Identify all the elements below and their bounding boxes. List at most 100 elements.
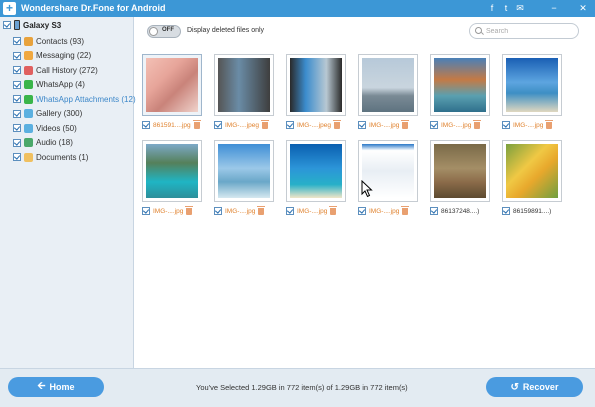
photo-checkbox[interactable]: [358, 207, 366, 215]
photo-caption: IMG-....jpg: [358, 205, 410, 216]
app-title: Wondershare Dr.Fone for Android: [21, 3, 166, 13]
trash-icon[interactable]: [257, 205, 266, 215]
trash-icon[interactable]: [401, 205, 410, 215]
photo-thumbnail[interactable]: [502, 54, 562, 116]
sidebar-item[interactable]: Videos (50): [13, 121, 133, 136]
photo-checkbox[interactable]: [142, 207, 150, 215]
trash-icon[interactable]: [329, 205, 338, 215]
category-icon: [24, 123, 33, 133]
trash-icon[interactable]: [332, 119, 341, 129]
recover-button[interactable]: ↺ Recover: [486, 377, 583, 397]
search-input[interactable]: [486, 26, 571, 36]
category-checkbox[interactable]: [13, 138, 21, 147]
photo-caption: 86137248....): [430, 206, 479, 216]
search-box[interactable]: [469, 23, 579, 39]
photo-image: [506, 58, 558, 112]
category-checkbox[interactable]: [13, 124, 21, 133]
toolbar: OFF Display deleted files only: [134, 17, 595, 47]
minimize-button[interactable]: −: [548, 2, 560, 14]
photo-filename: IMG-....jpeg: [297, 121, 331, 129]
twitter-icon[interactable]: t: [500, 2, 512, 14]
sidebar-item-label: Videos (50): [36, 123, 77, 133]
photo-thumbnail[interactable]: [430, 140, 490, 202]
photo-checkbox[interactable]: [502, 121, 510, 129]
photo-checkbox[interactable]: [214, 207, 222, 215]
sidebar-item[interactable]: Gallery (300): [13, 107, 133, 122]
photo-image: [434, 58, 486, 112]
photo-filename: IMG-....jpg: [225, 207, 256, 215]
photo-checkbox[interactable]: [142, 121, 150, 129]
photo-caption: IMG-....jpeg: [214, 119, 269, 130]
photo-image: [290, 144, 342, 198]
photo-filename: 86159891....): [513, 207, 552, 215]
recover-button-label: Recover: [522, 382, 559, 392]
photo-thumbnail[interactable]: [214, 54, 274, 116]
photo-checkbox[interactable]: [430, 207, 438, 215]
trash-icon[interactable]: [185, 205, 194, 215]
photo-checkbox[interactable]: [286, 121, 294, 129]
home-button[interactable]: 🡨 Home: [8, 377, 104, 397]
sidebar-item[interactable]: Documents (1): [13, 150, 133, 165]
category-icon: [24, 152, 33, 162]
photo-thumbnail[interactable]: [286, 54, 346, 116]
photo-caption: IMG-....jpeg: [286, 119, 341, 130]
sidebar-item[interactable]: WhatsApp (4): [13, 78, 133, 93]
sidebar-item-label: WhatsApp Attachments (12): [36, 94, 136, 104]
mail-icon[interactable]: ✉: [514, 2, 526, 14]
trash-icon[interactable]: [545, 119, 554, 129]
trash-icon[interactable]: [473, 119, 482, 129]
selection-status: You've Selected 1.29GB in 772 item(s) of…: [196, 383, 408, 392]
category-icon: [24, 36, 33, 46]
photo-checkbox[interactable]: [214, 121, 222, 129]
category-checkbox[interactable]: [13, 109, 21, 118]
deleted-files-toggle[interactable]: OFF: [147, 25, 181, 38]
category-checkbox[interactable]: [13, 51, 21, 60]
photo-caption: IMG-....jpg: [142, 205, 194, 216]
facebook-icon[interactable]: f: [486, 2, 498, 14]
sidebar-item[interactable]: Audio (18): [13, 136, 133, 151]
photo-thumbnail[interactable]: [358, 54, 418, 116]
sidebar-item[interactable]: Messaging (22): [13, 49, 133, 64]
sidebar-item[interactable]: WhatsApp Attachments (12): [13, 92, 136, 107]
category-checkbox[interactable]: [13, 80, 21, 89]
photo-thumbnail[interactable]: [142, 140, 202, 202]
category-checkbox[interactable]: [13, 95, 21, 104]
photo-thumbnail[interactable]: [430, 54, 490, 116]
footer-bar: 🡨 Home You've Selected 1.29GB in 772 ite…: [0, 368, 595, 407]
photo-image: [290, 58, 342, 112]
photo-thumbnail[interactable]: [502, 140, 562, 202]
toggle-label: OFF: [162, 27, 174, 33]
category-icon: [24, 94, 33, 104]
sidebar-item-label: Gallery (300): [36, 109, 83, 119]
photo-filename: IMG-....jpg: [441, 121, 472, 129]
photo-thumbnail[interactable]: [214, 140, 274, 202]
category-checkbox[interactable]: [13, 37, 21, 46]
sidebar-item[interactable]: Call History (272): [13, 63, 133, 78]
trash-icon[interactable]: [192, 119, 201, 129]
trash-icon[interactable]: [401, 119, 410, 129]
trash-icon[interactable]: [260, 119, 269, 129]
deleted-files-label: Display deleted files only: [187, 27, 265, 34]
sidebar-item-label: Audio (18): [36, 138, 73, 148]
toggle-knob: [149, 27, 158, 36]
category-checkbox[interactable]: [13, 66, 21, 75]
photo-checkbox[interactable]: [430, 121, 438, 129]
photo-thumbnail[interactable]: [286, 140, 346, 202]
photo-thumbnail[interactable]: [142, 54, 202, 116]
sidebar-item[interactable]: Contacts (93): [13, 34, 133, 49]
photo-image: [146, 144, 198, 198]
photo-checkbox[interactable]: [358, 121, 366, 129]
category-icon: [24, 51, 33, 61]
device-checkbox[interactable]: [3, 21, 11, 29]
close-button[interactable]: ✕: [577, 2, 589, 14]
category-checkbox[interactable]: [13, 153, 21, 162]
photo-caption: 861591....jpg: [142, 119, 201, 130]
photo-checkbox[interactable]: [286, 207, 294, 215]
title-bar: + Wondershare Dr.Fone for Android f t ✉ …: [0, 0, 595, 17]
photo-caption: 86159891....): [502, 206, 551, 216]
photo-filename: IMG-....jpg: [297, 207, 328, 215]
device-name: Galaxy S3: [23, 20, 62, 30]
photo-checkbox[interactable]: [502, 207, 510, 215]
photo-caption: IMG-....jpg: [286, 205, 338, 216]
device-row[interactable]: Galaxy S3: [3, 19, 61, 31]
